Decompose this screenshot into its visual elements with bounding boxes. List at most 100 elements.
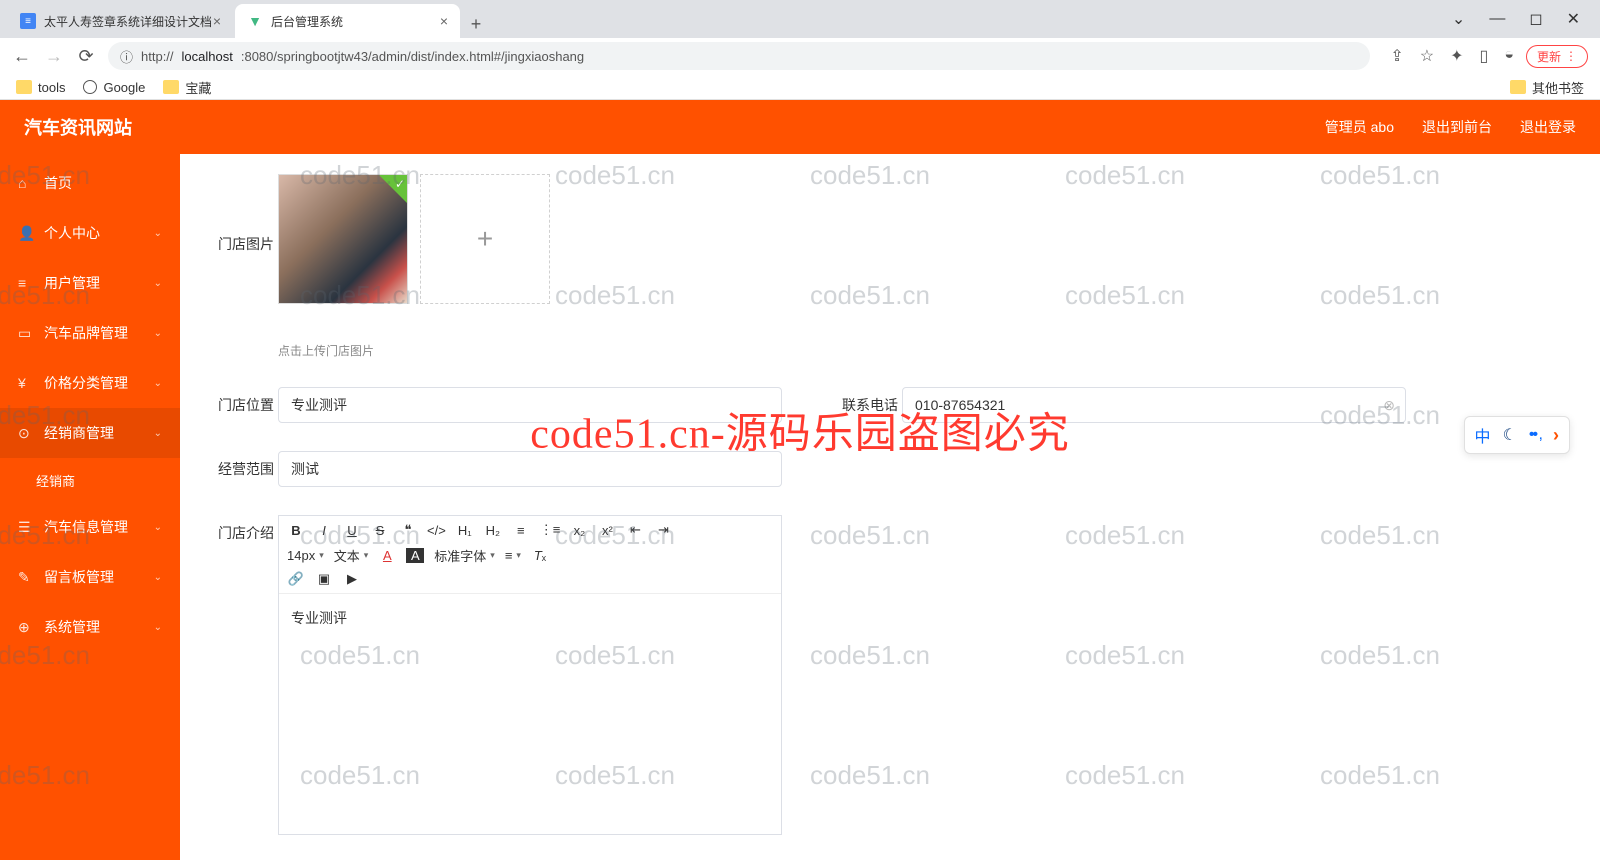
admin-label[interactable]: 管理员 abo [1325, 117, 1394, 137]
panel-icon[interactable]: ▯ [1480, 46, 1489, 66]
sidebar-item-system[interactable]: ⊕系统管理⌄ [0, 602, 180, 652]
chevron-down-icon: ⌄ [154, 378, 162, 389]
tab-2[interactable]: ▼ 后台管理系统 × [235, 4, 460, 38]
ol-icon[interactable]: ≡ [512, 523, 530, 538]
location-input[interactable]: 专业测评 [278, 387, 782, 423]
browser-chrome: ≡ 太平人寿签章系统详细设计文档 × ▼ 后台管理系统 × + ⌄ — ◻ ✕ … [0, 0, 1600, 100]
outdent-icon[interactable]: ⇥ [654, 522, 672, 538]
scope-input[interactable]: 测试 [278, 451, 782, 487]
editor-body[interactable]: 专业测评 [279, 594, 781, 834]
info-icon: ☰ [18, 519, 34, 536]
url-host: localhost [182, 49, 233, 64]
brand-icon: ▭ [18, 325, 34, 342]
logout-link[interactable]: 退出登录 [1520, 117, 1576, 137]
font-size-select[interactable]: 14px▾ [287, 548, 324, 563]
close-icon[interactable]: × [440, 13, 448, 29]
phone-input[interactable]: 010-87654321 [902, 387, 1406, 423]
window-min-icon[interactable]: — [1489, 10, 1505, 28]
superscript-icon[interactable]: x² [598, 523, 616, 538]
rich-editor: B I U S ❝ </> H₁ H₂ ≡ ⋮≡ [278, 515, 782, 835]
info-icon[interactable]: ⓘ [120, 47, 133, 66]
update-button[interactable]: 更新⋮ [1526, 45, 1588, 68]
clear-format-icon[interactable]: Tₓ [531, 548, 549, 563]
add-image-button[interactable]: + [420, 174, 550, 304]
sidebar-item-home[interactable]: ⌂首页 [0, 158, 180, 208]
indent-icon[interactable]: ⇤ [626, 522, 644, 538]
editor-toolbar: B I U S ❝ </> H₁ H₂ ≡ ⋮≡ [279, 516, 781, 594]
moon-icon[interactable]: ☾ [1503, 425, 1517, 445]
home-icon: ⌂ [18, 175, 34, 191]
chevron-down-icon: ⌄ [154, 328, 162, 339]
label-store-image: 门店图片 [218, 174, 278, 359]
dealer-icon: ⊙ [18, 425, 34, 442]
reload-button[interactable]: ⟳ [76, 46, 96, 67]
price-icon: ¥ [18, 375, 34, 391]
address-icons: ⇪ ☆ ✦ ▯ ◒ [1390, 46, 1514, 66]
extension-icon[interactable]: ✦ [1450, 46, 1463, 66]
window-close-icon[interactable]: ✕ [1567, 9, 1580, 29]
profile-icon[interactable]: ◒ [1504, 46, 1514, 66]
favicon-doc: ≡ [20, 13, 36, 29]
form-row-image: 门店图片 + 点击上传门店图片 [218, 174, 1562, 359]
goto-frontend-link[interactable]: 退出到前台 [1422, 117, 1492, 137]
subscript-icon[interactable]: x₂ [570, 523, 588, 538]
share-icon[interactable]: ⇪ [1390, 46, 1403, 66]
main-content: 门店图片 + 点击上传门店图片 门店位置 专业测评 联系电话 010-87654… [180, 154, 1600, 860]
link-icon[interactable]: 🔗 [287, 571, 305, 587]
app-title: 汽车资讯网站 [24, 114, 132, 140]
tabs-row: ≡ 太平人寿签章系统详细设计文档 × ▼ 后台管理系统 × + ⌄ — ◻ ✕ [0, 0, 1600, 38]
underline-icon[interactable]: U [343, 523, 361, 538]
font-family-select[interactable]: 标准字体▾ [434, 546, 495, 565]
chevron-down-icon: ▾ [319, 550, 324, 561]
chevron-down-icon: ⌄ [154, 428, 162, 439]
quote-icon[interactable]: ❝ [399, 522, 417, 538]
sidebar-item-guestbook[interactable]: ✎留言板管理⌄ [0, 552, 180, 602]
star-icon[interactable]: ☆ [1420, 46, 1434, 66]
align-select[interactable]: ≡▾ [505, 548, 521, 563]
new-tab-button[interactable]: + [462, 10, 490, 38]
label-scope: 经营范围 [218, 451, 278, 487]
window-dropdown-icon[interactable]: ⌄ [1452, 9, 1465, 29]
form-row-intro: 门店介绍 B I U S ❝ </> H₁ H₂ [218, 515, 1562, 835]
ime-lang-icon[interactable]: 中 [1475, 423, 1491, 447]
uploaded-image[interactable] [278, 174, 408, 304]
address-bar[interactable]: ⓘ http://localhost:8080/springbootjtw43/… [108, 42, 1370, 70]
bookmark-other[interactable]: 其他书签 [1510, 78, 1584, 97]
sidebar-item-brand[interactable]: ▭汽车品牌管理⌄ [0, 308, 180, 358]
sidebar-item-carinfo[interactable]: ☰汽车信息管理⌄ [0, 502, 180, 552]
bookmark-baozang[interactable]: 宝藏 [163, 78, 211, 97]
strike-icon[interactable]: S [371, 523, 389, 538]
dots-icon[interactable]: •• , [1529, 426, 1541, 444]
favicon-vue: ▼ [247, 13, 263, 29]
bookmark-tools[interactable]: tools [16, 80, 65, 95]
chevron-down-icon: ⌄ [154, 622, 162, 633]
chevron-down-icon: ⌄ [154, 572, 162, 583]
code-icon[interactable]: </> [427, 523, 446, 538]
chevron-right-icon[interactable]: › [1553, 425, 1559, 446]
sidebar-item-profile[interactable]: 👤个人中心⌄ [0, 208, 180, 258]
tab-1[interactable]: ≡ 太平人寿签章系统详细设计文档 × [8, 4, 233, 38]
app-header: 汽车资讯网站 管理员 abo 退出到前台 退出登录 [0, 100, 1600, 154]
ul-icon[interactable]: ⋮≡ [540, 522, 561, 538]
h1-icon[interactable]: H₁ [456, 523, 474, 538]
close-icon[interactable]: × [213, 13, 221, 29]
sidebar-item-dealer[interactable]: ⊙经销商管理⌄ [0, 408, 180, 458]
video-icon[interactable]: ▶ [343, 571, 361, 587]
ime-toolbar[interactable]: 中 ☾ •• , › [1464, 416, 1570, 454]
sidebar-subitem-dealer[interactable]: 经销商 [0, 458, 180, 502]
italic-icon[interactable]: I [315, 523, 333, 538]
paragraph-select[interactable]: 文本▾ [334, 546, 369, 565]
bg-color-icon[interactable]: A [406, 548, 424, 563]
back-button[interactable]: ← [12, 46, 32, 67]
chevron-down-icon: ▾ [516, 550, 521, 561]
bold-icon[interactable]: B [287, 523, 305, 538]
tab-title: 太平人寿签章系统详细设计文档 [44, 13, 212, 30]
h2-icon[interactable]: H₂ [484, 523, 502, 538]
sidebar-item-price[interactable]: ¥价格分类管理⌄ [0, 358, 180, 408]
font-color-icon[interactable]: A [378, 548, 396, 563]
sidebar-item-users[interactable]: ≡用户管理⌄ [0, 258, 180, 308]
bookmark-google[interactable]: Google [83, 80, 145, 95]
image-icon[interactable]: ▣ [315, 571, 333, 587]
window-max-icon[interactable]: ◻ [1529, 9, 1542, 29]
header-right: 管理员 abo 退出到前台 退出登录 [1325, 117, 1576, 137]
